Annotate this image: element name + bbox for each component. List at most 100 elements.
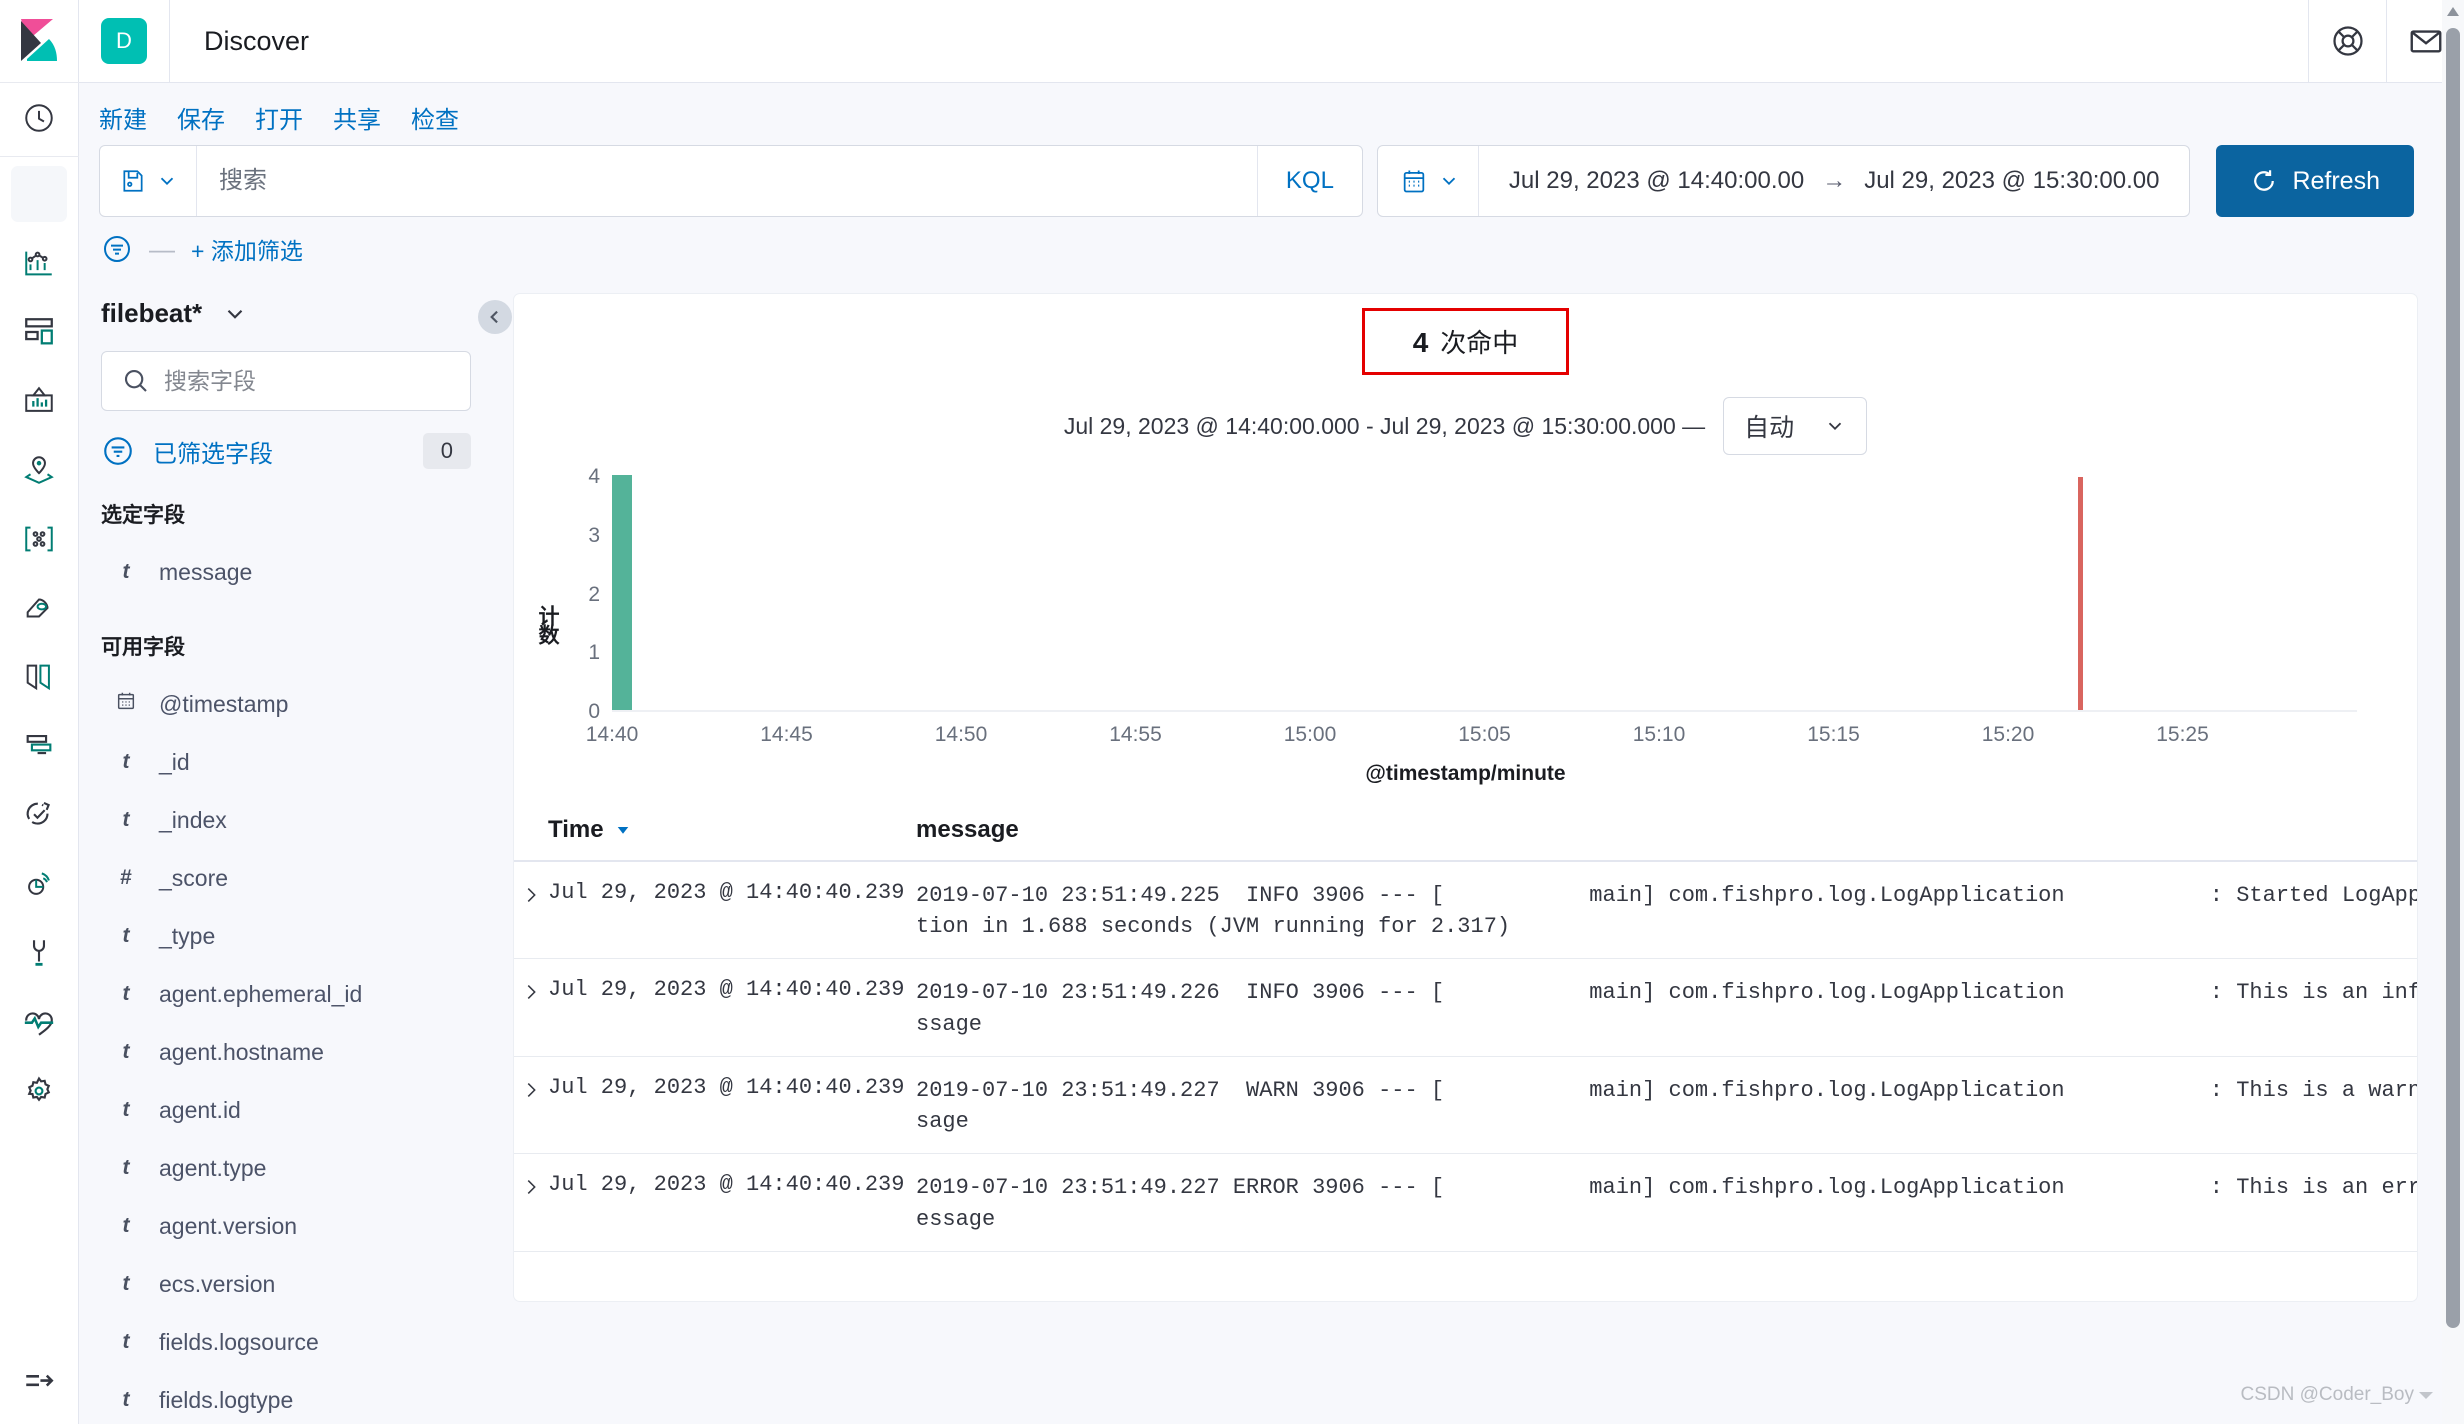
field-item[interactable]: tagent.version — [101, 1197, 509, 1255]
sidebar-item-machine-learning[interactable] — [0, 504, 79, 573]
share-button[interactable]: 共享 — [333, 100, 381, 135]
field-item[interactable]: tagent.id — [101, 1081, 509, 1139]
hits-wrap: 4 次命中 — [514, 294, 2417, 375]
help-button[interactable] — [2308, 0, 2386, 83]
saved-query-button[interactable] — [100, 146, 197, 216]
field-item[interactable]: tagent.hostname — [101, 1023, 509, 1081]
selected-fields-title: 选定字段 — [101, 499, 509, 529]
new-button[interactable]: 新建 — [99, 100, 147, 135]
field-item[interactable]: @timestamp — [101, 675, 509, 733]
cell-time: Jul 29, 2023 @ 14:40:40.239 — [548, 880, 916, 905]
date-range-display[interactable]: Jul 29, 2023 @ 14:40:00.00 → Jul 29, 202… — [1479, 167, 2190, 195]
field-item[interactable]: tagent.ephemeral_id — [101, 965, 509, 1023]
column-header-message[interactable]: message — [916, 816, 1019, 844]
expand-row-button[interactable] — [514, 1075, 548, 1101]
field-item[interactable]: t _index — [101, 791, 509, 849]
sidebar-item-discover[interactable] — [0, 159, 79, 228]
field-type-icon: t — [115, 808, 137, 832]
sidebar-item-logs[interactable] — [0, 642, 79, 711]
field-search-input[interactable] — [101, 351, 471, 411]
nav-collapse-toggle[interactable] — [0, 1340, 79, 1424]
date-end[interactable]: Jul 29, 2023 @ 15:30:00.00 — [1864, 167, 2159, 195]
watermark: CSDN @Coder_Boy — [2241, 1384, 2434, 1406]
sidebar-item-siem[interactable] — [0, 849, 79, 918]
table-row[interactable]: Jul 29, 2023 @ 14:40:40.2392019-07-10 23… — [514, 862, 2417, 959]
chevron-right-icon — [520, 1079, 542, 1101]
field-type-icon: t — [115, 1098, 137, 1122]
x-axis-ticks: 14:4014:4514:5014:5515:0015:0515:1015:15… — [612, 723, 2357, 753]
sidebar-item-dashboard[interactable] — [0, 297, 79, 366]
y-axis-tick: 1 — [588, 641, 600, 665]
field-item[interactable]: tecs.version — [101, 1255, 509, 1313]
discover-toolbar: 新建 保存 打开 共享 检查 — [79, 83, 2442, 143]
expand-row-button[interactable] — [514, 977, 548, 1003]
sidebar-item-apm[interactable] — [0, 711, 79, 780]
sidebar-collapse-button[interactable] — [478, 300, 512, 334]
inspect-button[interactable]: 检查 — [411, 100, 459, 135]
sidebar-item-uptime[interactable] — [0, 780, 79, 849]
date-quick-menu-button[interactable] — [1378, 146, 1479, 216]
hits-label: 次命中 — [1440, 323, 1518, 360]
hits-counter: 4 次命中 — [1362, 308, 1570, 375]
y-axis-ticks: 01234 — [558, 477, 600, 712]
x-axis-title: @timestamp/minute — [514, 762, 2417, 786]
interval-selector[interactable]: 自动 — [1723, 397, 1867, 455]
filtered-fields-button[interactable]: 已筛选字段 0 — [101, 433, 471, 469]
filter-icon[interactable] — [101, 233, 133, 265]
chart-time-range: Jul 29, 2023 @ 14:40:00.000 - Jul 29, 20… — [1064, 413, 1705, 440]
saved-object-icon — [120, 168, 146, 194]
field-item[interactable]: tfields.logsource — [101, 1313, 509, 1371]
sidebar-item-maps[interactable] — [0, 435, 79, 504]
cell-message: 2019-07-10 23:51:49.227 ERROR 3906 --- [… — [916, 1172, 2417, 1234]
table-row[interactable]: Jul 29, 2023 @ 14:40:40.2392019-07-10 23… — [514, 959, 2417, 1056]
query-language-button[interactable]: KQL — [1257, 146, 1362, 216]
sort-desc-icon — [614, 821, 632, 839]
kibana-logo-icon[interactable] — [0, 0, 79, 83]
chevron-down-icon — [1824, 415, 1846, 437]
column-header-time[interactable]: Time — [548, 816, 916, 844]
field-type-icon: t — [115, 1156, 137, 1180]
expand-row-button[interactable] — [514, 1172, 548, 1198]
field-item[interactable]: #_score — [101, 849, 509, 907]
field-item[interactable]: tfields.logtype — [101, 1371, 509, 1424]
field-type-icon: t — [115, 1040, 137, 1064]
cell-message: 2019-07-10 23:51:49.227 WARN 3906 --- [ … — [916, 1075, 2417, 1137]
documents-table: Time message Jul 29, 2023 @ 14:40:40.239… — [514, 800, 2417, 1252]
sidebar-item-recently-viewed[interactable] — [0, 83, 79, 152]
sidebar-item-visualize[interactable] — [0, 228, 79, 297]
cell-time: Jul 29, 2023 @ 14:40:40.239 — [548, 977, 916, 1002]
sidebar-item-management[interactable] — [0, 1056, 79, 1125]
field-type-icon: t — [115, 750, 137, 774]
kibana-discover-app: D Discover 新建 保存 打开 共享 检查 — [0, 0, 2464, 1424]
save-button[interactable]: 保存 — [177, 100, 225, 135]
interval-value: 自动 — [1744, 408, 1794, 444]
chart-bar[interactable] — [612, 475, 632, 710]
cell-message: 2019-07-10 23:51:49.225 INFO 3906 --- [ … — [916, 880, 2417, 942]
field-name: _index — [159, 807, 227, 834]
histogram-chart: 计数 01234 14:4014:4514:5014:5515:0015:051… — [514, 477, 2417, 782]
field-item[interactable]: tagent.type — [101, 1139, 509, 1197]
index-pattern-selector[interactable]: filebeat* — [101, 290, 509, 351]
date-start[interactable]: Jul 29, 2023 @ 14:40:00.00 — [1509, 167, 1804, 195]
scrollbar-thumb[interactable] — [2446, 28, 2460, 1328]
sidebar-item-infrastructure[interactable] — [0, 573, 79, 642]
sidebar-item-dev-tools[interactable] — [0, 918, 79, 987]
page-scrollbar[interactable] — [2442, 0, 2464, 1424]
scroll-up-arrow-icon[interactable] — [2446, 6, 2460, 18]
app-badge: D — [101, 18, 147, 64]
sidebar-item-monitoring[interactable] — [0, 987, 79, 1056]
field-item[interactable]: t_id — [101, 733, 509, 791]
open-button[interactable]: 打开 — [255, 100, 303, 135]
field-item[interactable]: t_type — [101, 907, 509, 965]
sidebar-item-canvas[interactable] — [0, 366, 79, 435]
table-row[interactable]: Jul 29, 2023 @ 14:40:40.2392019-07-10 23… — [514, 1057, 2417, 1154]
refresh-button[interactable]: Refresh — [2216, 145, 2414, 217]
field-item[interactable]: tmessage — [101, 543, 509, 601]
table-row[interactable]: Jul 29, 2023 @ 14:40:40.2392019-07-10 23… — [514, 1154, 2417, 1251]
date-arrow-icon: → — [1822, 167, 1846, 195]
field-type-icon: t — [115, 1214, 137, 1238]
add-filter-button[interactable]: + 添加筛选 — [191, 232, 303, 266]
expand-row-button[interactable] — [514, 880, 548, 906]
search-input[interactable] — [197, 146, 1257, 216]
chart-plot-area[interactable] — [612, 477, 2357, 712]
